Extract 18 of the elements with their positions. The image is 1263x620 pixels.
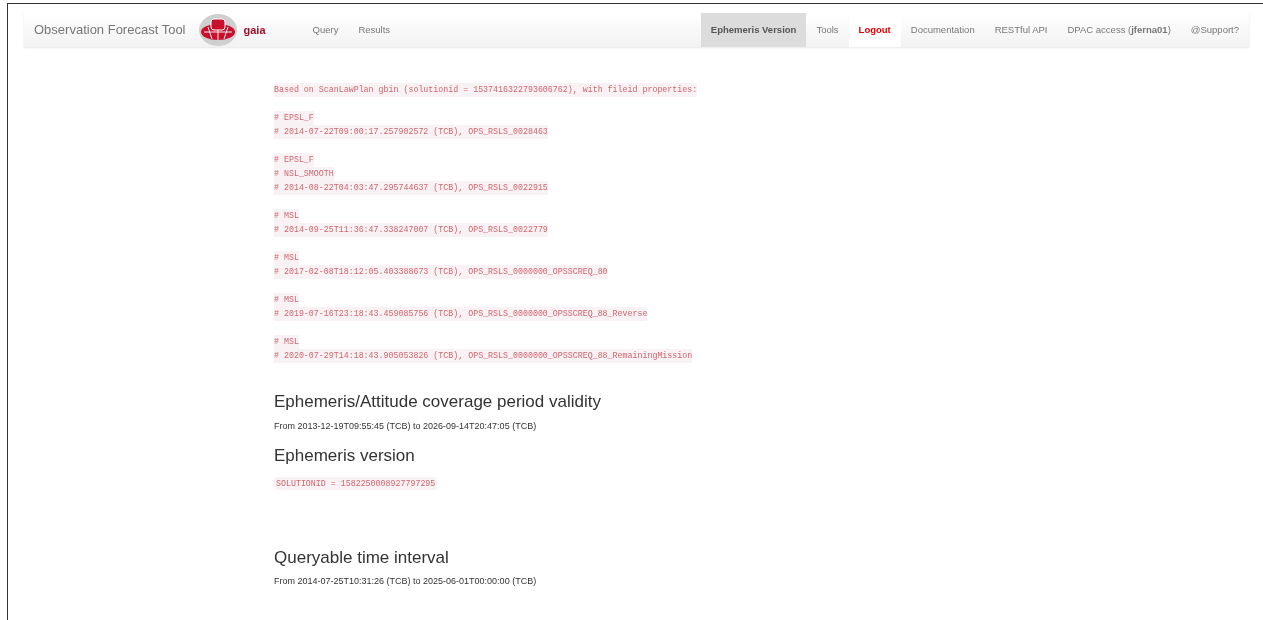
logo-text: gaia [243, 22, 266, 38]
logo-icon [197, 13, 238, 47]
section-heading: Ephemeris version [274, 445, 416, 467]
nav-link[interactable]: Ephemeris Version [700, 13, 807, 47]
nav-link[interactable]: Query [302, 13, 349, 47]
queryable-text: From 2014-07-25T10:31:26 (TCB) to 2025-06-01T00:00:00 (TCB) [274, 575, 538, 588]
nav-link[interactable]: DPAC access (jferna01) [1057, 13, 1181, 47]
coverage-text: From 2013-12-19T09:55:45 (TCB) to 2026-09-14T20:47:05 (TCB) [274, 419, 538, 433]
nav-link[interactable]: Results [348, 13, 401, 47]
nav-link[interactable]: RESTful API [984, 13, 1058, 47]
nav-link[interactable]: Documentation [900, 13, 985, 47]
nav-link[interactable]: Tools [806, 13, 849, 47]
solution-id: SOLUTIONID = 1582250008927797295 [274, 476, 438, 490]
nav-link[interactable]: Logout [848, 13, 901, 47]
nav-link[interactable]: @Support? [1180, 13, 1249, 47]
app-title[interactable]: Observation Forecast Tool [34, 20, 186, 40]
section-heading: Ephemeris/Attitude coverage period validity [274, 391, 602, 413]
section-heading: Queryable time interval [274, 546, 450, 569]
